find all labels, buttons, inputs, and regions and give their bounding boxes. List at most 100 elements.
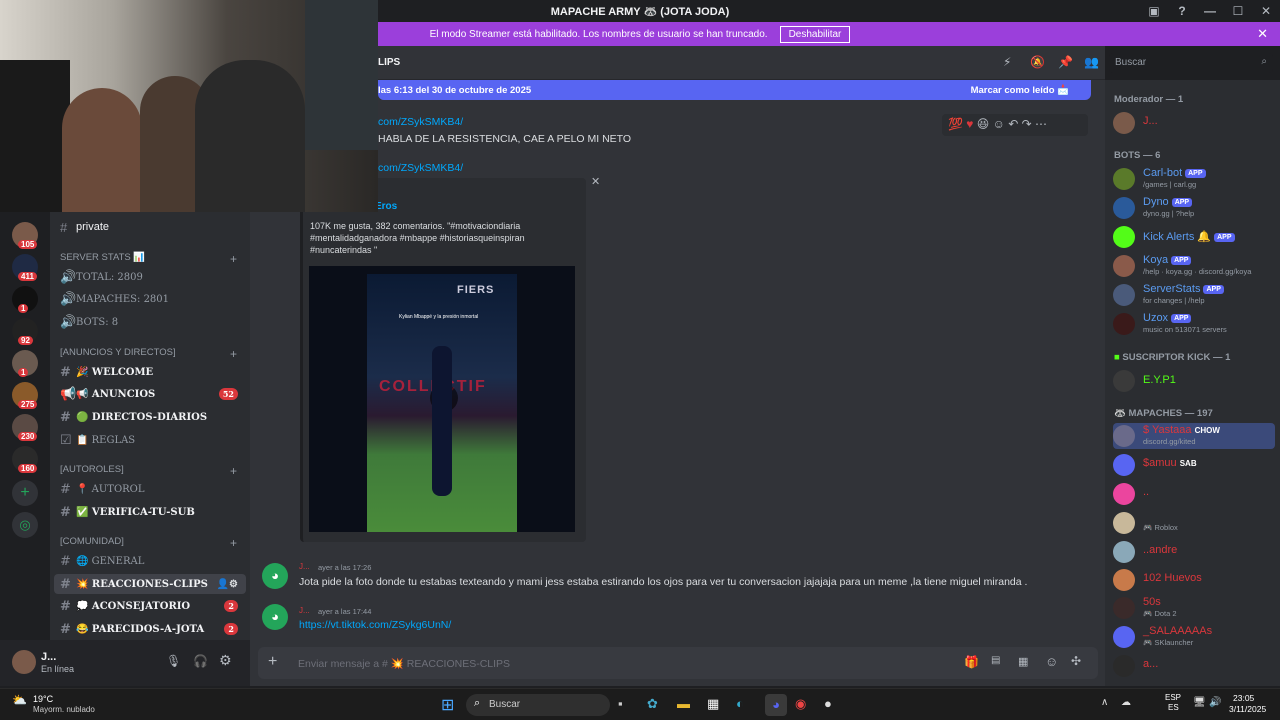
member-item[interactable]: Koya APP/help · koya.gg · discord.gg/koya (1113, 253, 1273, 279)
channel-anuncios[interactable]: 📢 📢 ANUNCIOS 52 (54, 384, 246, 404)
member-item[interactable]: _SALAAAAAs 🎮 SKlauncher (1113, 624, 1273, 650)
channel-welcome[interactable]: # 🎉 WELCOME (54, 362, 246, 382)
video-thumbnail[interactable]: FIERS Kylian Mbappé y la presión inmorta… (309, 266, 575, 532)
member-item[interactable]: Dyno APP dyno.gg | ?help (1113, 195, 1273, 221)
member-item[interactable]: Carl-bot APP/games | carl.gg (1113, 166, 1273, 192)
mark-read-button[interactable]: Marcar como leído 📩 (971, 85, 1069, 96)
member-item[interactable]: $amuu SAB (1113, 452, 1273, 478)
obs-icon[interactable]: ● (824, 696, 832, 711)
mark-read-label: Marcar como leído (970, 84, 1055, 96)
emoji-icon[interactable]: 😆 (977, 117, 990, 131)
link-text[interactable]: com/ZSykSMKB4/ (378, 162, 463, 174)
avatar[interactable]: ◕ (262, 563, 288, 589)
headphones-icon[interactable]: 🎧 (193, 654, 208, 668)
message-author[interactable]: J... (299, 562, 310, 571)
member-item[interactable]: E.Y.P1 (1113, 368, 1273, 394)
explore-icon[interactable]: ◎ (12, 512, 38, 538)
chrome-icon[interactable]: ◉ (795, 696, 806, 712)
more-icon[interactable]: ⋯ (1035, 117, 1047, 131)
mute-icon[interactable]: 🔕 (1030, 55, 1045, 69)
channel-reacciones-clips[interactable]: # 💥 REACCIONES-CLIPS 👤⚙ (54, 574, 246, 594)
pin-icon[interactable]: 📌 (1058, 55, 1073, 69)
apps-icon[interactable]: ✣ (1071, 654, 1081, 668)
category-server-stats[interactable]: SERVER STATS 📊 + (60, 252, 237, 266)
channel-settings-icon[interactable]: 👤⚙ (217, 579, 238, 590)
new-messages-bar[interactable]: las 6:13 del 30 de octubre de 2025 Marca… (378, 80, 1091, 100)
taskbar-search[interactable]: ⌕ Buscar (466, 694, 610, 716)
avatar[interactable]: ◕ (262, 604, 288, 630)
add-attachment-icon[interactable]: + (268, 653, 277, 671)
threads-icon[interactable]: ⚡ (1003, 55, 1011, 69)
message-link[interactable]: com/ZSykSMKB4/ (378, 162, 463, 174)
gear-icon[interactable]: ⚙ (219, 652, 232, 669)
channel-autorol[interactable]: # 📍 AUTOROL (54, 479, 246, 499)
category-comunidad[interactable]: [COMUNIDAD] + (60, 536, 237, 550)
member-item[interactable]: ServerStats APP for changes | /help (1113, 282, 1273, 308)
close-icon[interactable]: ✕ (591, 175, 600, 188)
member-item[interactable]: J... (1113, 110, 1273, 136)
add-reaction-icon[interactable]: ☺ (993, 117, 1005, 131)
store-icon[interactable]: ▦ (707, 696, 719, 712)
channel-reglas[interactable]: ☑ 📋 REGLAS (54, 430, 246, 450)
help-icon[interactable]: ? (1168, 4, 1196, 18)
weather-icon[interactable]: ⛅ (12, 693, 27, 707)
link-text[interactable]: com/ZSykSMKB4/ (378, 116, 463, 128)
member-item[interactable]: 🎮 Roblox (1113, 510, 1273, 536)
heart-icon[interactable]: ♥ (966, 117, 973, 131)
channel-aconsejatorio[interactable]: # 💭 ACONSEJATORIO 2 (54, 596, 246, 616)
gift-icon[interactable]: 🎁 (964, 655, 979, 669)
category-anuncios[interactable]: [ANUNCIOS Y DIRECTOS] + (60, 347, 237, 361)
inbox-icon[interactable]: ▣ (1140, 4, 1168, 18)
message-composer[interactable]: + Enviar mensaje a # 💥 REACCIONES-CLIPS … (258, 647, 1098, 679)
folder-icon[interactable]: ▬ (677, 696, 690, 711)
channel-parecidos[interactable]: # 😂 PARECIDOS-A-JOTA 2 (54, 619, 246, 639)
member-item[interactable]: a... (1113, 653, 1273, 679)
emoji-icon[interactable]: ☺ (1045, 654, 1058, 669)
link-text[interactable]: https://vt.tiktok.com/ZSykg6UnN/ (299, 619, 451, 631)
channel-general[interactable]: # 🌐 GENERAL (54, 551, 246, 571)
close-icon[interactable]: ✕ (1257, 26, 1268, 42)
maximize-button[interactable]: ☐ (1224, 4, 1252, 18)
embed-author[interactable]: Eros (375, 201, 397, 212)
message-author[interactable]: J... (299, 606, 310, 615)
edge-icon[interactable]: ◐ (736, 696, 744, 711)
disable-streamer-button[interactable]: Deshabilitar (779, 25, 851, 43)
member-item[interactable]: 50s 🎮 Dota 2 (1113, 595, 1273, 621)
member-item[interactable]: 102 Huevos (1113, 567, 1273, 593)
category-autoroles[interactable]: [AUTOROLES] + (60, 464, 237, 478)
member-item[interactable]: $ Yastaaa CHOW discord.gg/kited (1113, 423, 1275, 449)
discord-icon[interactable]: ◕ (765, 694, 787, 716)
task-view-icon[interactable]: ▪ (618, 696, 623, 711)
clock-time[interactable]: 23:05 (1233, 693, 1254, 703)
message-link[interactable]: https://vt.tiktok.com/ZSykg6UnN/ (299, 619, 451, 631)
add-server-icon[interactable]: + (12, 480, 38, 506)
member-item[interactable]: Kick Alerts 🔔 APP (1113, 224, 1273, 250)
search-input[interactable]: Buscar ⌕ (1109, 53, 1273, 73)
channel-private[interactable]: # private (54, 217, 246, 237)
member-item[interactable]: ..andre (1113, 539, 1273, 565)
avatar[interactable] (12, 650, 36, 674)
forward-icon[interactable]: ↷ (1022, 117, 1032, 131)
members-icon[interactable]: 👥 (1084, 55, 1099, 69)
member-sub: /games | carl.gg (1143, 180, 1197, 189)
volume-icon[interactable]: 🔊 (1209, 697, 1221, 708)
gif-icon[interactable]: ▤ (991, 655, 1000, 666)
chevron-up-icon[interactable]: ∧ (1101, 697, 1108, 708)
member-item[interactable]: Uzox APP music on 513071 servers (1113, 311, 1273, 337)
clock-date[interactable]: 3/11/2025 (1229, 704, 1266, 714)
microphone-icon[interactable]: 🎙 (166, 654, 181, 668)
start-icon[interactable]: ⊞ (441, 695, 454, 715)
close-button[interactable]: ✕ (1252, 4, 1280, 18)
sticker-icon[interactable]: ▦ (1018, 655, 1028, 668)
channel-directos[interactable]: # 🟢 DIRECTOS-DIARIOS (54, 407, 246, 427)
channel-verifica[interactable]: # ✅ VERIFICA-TU-SUB (54, 502, 246, 522)
language-code[interactable]: ESP (1165, 693, 1181, 702)
message-link[interactable]: com/ZSykSMKB4/ (378, 116, 463, 128)
minimize-button[interactable]: — (1196, 4, 1224, 18)
network-icon[interactable]: 🖥 (1193, 697, 1206, 708)
reply-icon[interactable]: ↶ (1008, 117, 1018, 131)
copilot-icon[interactable]: ✿ (647, 696, 658, 712)
reaction-icon[interactable]: 💯 (948, 117, 963, 131)
member-item[interactable]: .. (1113, 481, 1273, 507)
cloud-icon[interactable]: ☁ (1121, 697, 1131, 708)
